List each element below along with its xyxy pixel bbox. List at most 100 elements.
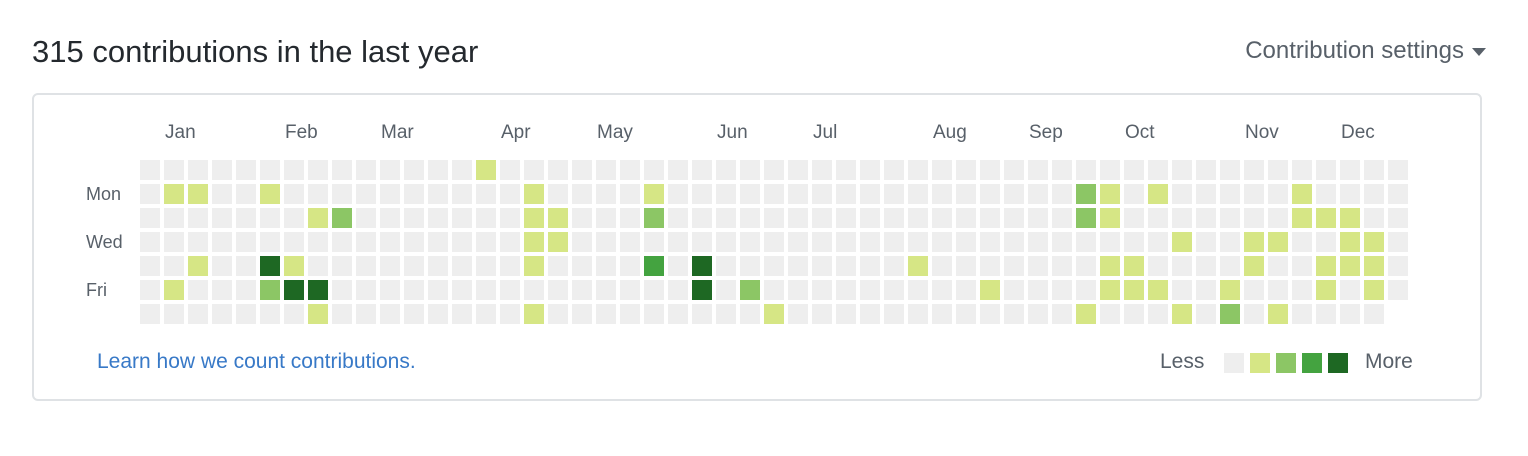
contribution-day-cell[interactable]: [380, 160, 400, 180]
contribution-day-cell[interactable]: [668, 160, 688, 180]
contribution-day-cell[interactable]: [1100, 256, 1120, 276]
contribution-day-cell[interactable]: [1244, 256, 1264, 276]
contribution-day-cell[interactable]: [1148, 208, 1168, 228]
contribution-day-cell[interactable]: [716, 280, 736, 300]
contribution-day-cell[interactable]: [1052, 304, 1072, 324]
contribution-day-cell[interactable]: [1196, 160, 1216, 180]
contribution-day-cell[interactable]: [908, 208, 928, 228]
contribution-day-cell[interactable]: [836, 304, 856, 324]
contribution-day-cell[interactable]: [1100, 208, 1120, 228]
contribution-day-cell[interactable]: [476, 184, 496, 204]
contribution-day-cell[interactable]: [1316, 232, 1336, 252]
contribution-day-cell[interactable]: [692, 256, 712, 276]
contribution-day-cell[interactable]: [1244, 280, 1264, 300]
contribution-day-cell[interactable]: [332, 160, 352, 180]
contribution-day-cell[interactable]: [956, 256, 976, 276]
contribution-day-cell[interactable]: [932, 304, 952, 324]
contribution-day-cell[interactable]: [1124, 184, 1144, 204]
contribution-day-cell[interactable]: [236, 256, 256, 276]
contribution-day-cell[interactable]: [188, 160, 208, 180]
contribution-day-cell[interactable]: [452, 280, 472, 300]
contribution-day-cell[interactable]: [356, 232, 376, 252]
contribution-day-cell[interactable]: [812, 184, 832, 204]
contribution-day-cell[interactable]: [1268, 304, 1288, 324]
contribution-day-cell[interactable]: [404, 232, 424, 252]
contribution-day-cell[interactable]: [1076, 256, 1096, 276]
contribution-day-cell[interactable]: [452, 256, 472, 276]
contribution-day-cell[interactable]: [476, 232, 496, 252]
contribution-day-cell[interactable]: [1172, 232, 1192, 252]
contribution-day-cell[interactable]: [836, 208, 856, 228]
contribution-day-cell[interactable]: [1316, 280, 1336, 300]
contribution-day-cell[interactable]: [644, 232, 664, 252]
contribution-day-cell[interactable]: [980, 232, 1000, 252]
contribution-day-cell[interactable]: [1196, 280, 1216, 300]
contribution-day-cell[interactable]: [620, 208, 640, 228]
contribution-day-cell[interactable]: [1196, 232, 1216, 252]
contribution-day-cell[interactable]: [908, 232, 928, 252]
contribution-day-cell[interactable]: [908, 184, 928, 204]
contribution-day-cell[interactable]: [284, 232, 304, 252]
contribution-day-cell[interactable]: [524, 184, 544, 204]
contribution-day-cell[interactable]: [524, 232, 544, 252]
contribution-day-cell[interactable]: [1340, 280, 1360, 300]
contribution-day-cell[interactable]: [1220, 232, 1240, 252]
contribution-day-cell[interactable]: [1148, 184, 1168, 204]
contribution-day-cell[interactable]: [1172, 160, 1192, 180]
contribution-day-cell[interactable]: [188, 184, 208, 204]
contribution-day-cell[interactable]: [572, 208, 592, 228]
contribution-day-cell[interactable]: [524, 208, 544, 228]
contribution-day-cell[interactable]: [428, 280, 448, 300]
contribution-day-cell[interactable]: [308, 256, 328, 276]
contribution-day-cell[interactable]: [1340, 160, 1360, 180]
contribution-day-cell[interactable]: [764, 184, 784, 204]
contribution-day-cell[interactable]: [1052, 208, 1072, 228]
contribution-day-cell[interactable]: [500, 256, 520, 276]
contribution-day-cell[interactable]: [380, 256, 400, 276]
contribution-day-cell[interactable]: [1268, 208, 1288, 228]
contribution-day-cell[interactable]: [956, 280, 976, 300]
contribution-day-cell[interactable]: [812, 160, 832, 180]
contribution-day-cell[interactable]: [1124, 256, 1144, 276]
contribution-day-cell[interactable]: [620, 232, 640, 252]
contribution-day-cell[interactable]: [1340, 256, 1360, 276]
contribution-day-cell[interactable]: [596, 160, 616, 180]
contribution-day-cell[interactable]: [188, 256, 208, 276]
contribution-day-cell[interactable]: [452, 160, 472, 180]
contribution-day-cell[interactable]: [596, 232, 616, 252]
contribution-day-cell[interactable]: [1340, 208, 1360, 228]
contribution-day-cell[interactable]: [1052, 232, 1072, 252]
contribution-day-cell[interactable]: [716, 184, 736, 204]
contribution-day-cell[interactable]: [452, 232, 472, 252]
contribution-day-cell[interactable]: [596, 208, 616, 228]
contribution-day-cell[interactable]: [1028, 232, 1048, 252]
contribution-day-cell[interactable]: [836, 232, 856, 252]
contribution-day-cell[interactable]: [692, 304, 712, 324]
contribution-day-cell[interactable]: [644, 184, 664, 204]
contribution-day-cell[interactable]: [1004, 256, 1024, 276]
contribution-day-cell[interactable]: [1004, 208, 1024, 228]
contribution-day-cell[interactable]: [1076, 184, 1096, 204]
contribution-day-cell[interactable]: [428, 184, 448, 204]
contribution-day-cell[interactable]: [260, 160, 280, 180]
contribution-day-cell[interactable]: [284, 304, 304, 324]
contribution-day-cell[interactable]: [188, 304, 208, 324]
contribution-day-cell[interactable]: [404, 208, 424, 228]
contribution-day-cell[interactable]: [140, 208, 160, 228]
contribution-day-cell[interactable]: [1364, 256, 1384, 276]
contribution-day-cell[interactable]: [524, 256, 544, 276]
contribution-day-cell[interactable]: [380, 280, 400, 300]
contribution-day-cell[interactable]: [380, 184, 400, 204]
contribution-day-cell[interactable]: [980, 304, 1000, 324]
contribution-day-cell[interactable]: [572, 232, 592, 252]
contribution-day-cell[interactable]: [236, 160, 256, 180]
contribution-day-cell[interactable]: [452, 208, 472, 228]
contribution-day-cell[interactable]: [1388, 232, 1408, 252]
contribution-day-cell[interactable]: [1052, 184, 1072, 204]
contribution-day-cell[interactable]: [1220, 256, 1240, 276]
contribution-day-cell[interactable]: [1388, 184, 1408, 204]
contribution-day-cell[interactable]: [140, 280, 160, 300]
contribution-day-cell[interactable]: [1340, 184, 1360, 204]
contribution-day-cell[interactable]: [1028, 280, 1048, 300]
contribution-day-cell[interactable]: [428, 232, 448, 252]
